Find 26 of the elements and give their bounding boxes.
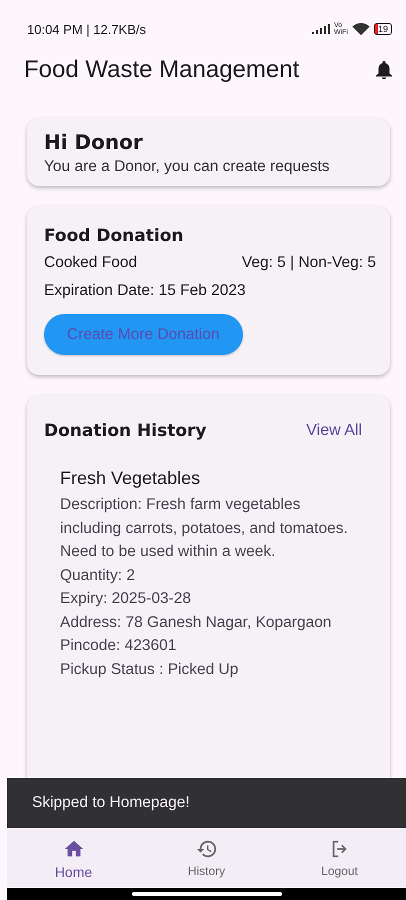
donation-detail: Pickup Status : Picked Up	[60, 660, 240, 680]
card-title: Food Donation	[44, 226, 184, 246]
notification-bell-icon[interactable]	[376, 61, 392, 79]
food-type: Cooked Food	[44, 254, 138, 272]
history-icon	[196, 838, 218, 860]
status-time: 10:04 PM | 12.7KB/s	[27, 22, 146, 36]
donation-detail: Quantity: 2	[60, 566, 136, 586]
nav-tab[interactable]: Home	[7, 838, 140, 888]
donation-detail: Pincode: 423601	[60, 636, 178, 656]
signal-icon	[312, 24, 330, 34]
donation-detail: Expiry: 2025-03-28	[60, 589, 192, 609]
greeting-title: Hi Donor	[44, 130, 144, 154]
greeting-subtitle: You are a Donor, you can create requests	[44, 158, 331, 176]
nav-tab[interactable]: History	[140, 838, 273, 888]
food-counts: Veg: 5 | Non-Veg: 5	[242, 254, 376, 272]
card-title: Donation History	[44, 421, 206, 441]
snackbar-message: Skipped to Homepage!	[32, 794, 190, 812]
donation-detail: Address: 78 Ganesh Nagar, Kopargaon	[60, 612, 332, 632]
wifi-icon	[352, 22, 370, 36]
donation-name: Fresh Vegetables	[60, 468, 202, 489]
expiration-date: Expiration Date: 15 Feb 2023	[44, 282, 247, 300]
view-all-link[interactable]: View All	[306, 422, 362, 440]
battery-level: 19	[374, 23, 392, 35]
nav-tab[interactable]: Logout	[273, 838, 406, 888]
donation-detail: Description: Fresh farm vegetables including carrots, potatoes, and tomatoes. Need to be used within a week.	[60, 495, 349, 562]
app-title: Food Waste Management	[24, 56, 300, 84]
